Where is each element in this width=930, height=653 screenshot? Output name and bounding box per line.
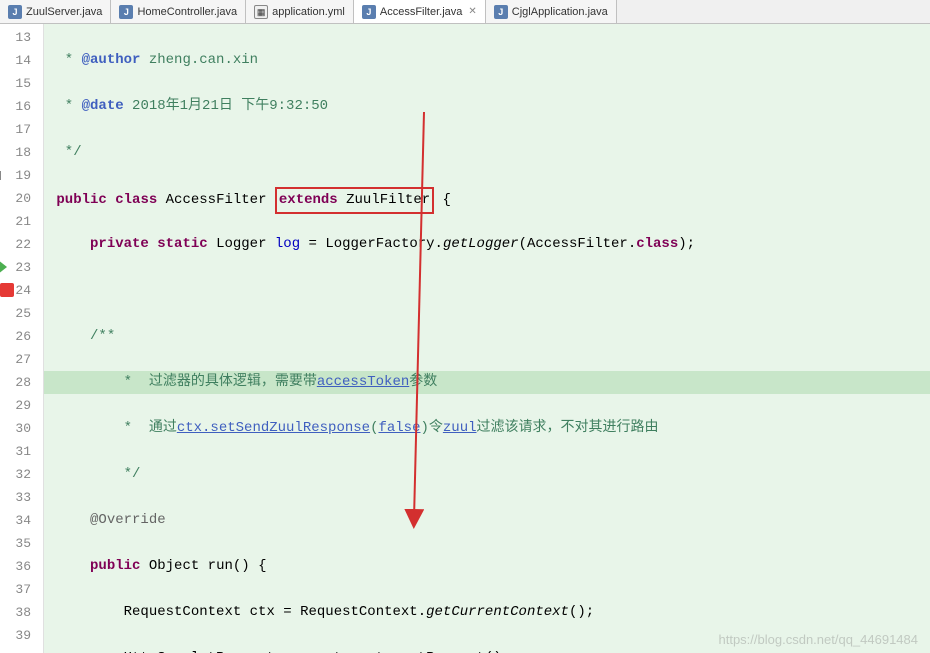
- fold-icon[interactable]: −: [0, 171, 1, 180]
- watermark: https://blog.csdn.net/qq_44691484: [719, 632, 919, 647]
- code-line: @Override: [44, 509, 930, 532]
- java-icon: J: [119, 5, 133, 19]
- code-line: */: [44, 141, 930, 164]
- code-line: [44, 279, 930, 302]
- tab-application-yml[interactable]: ▦application.yml: [246, 0, 354, 23]
- error-marker-icon: [0, 283, 14, 297]
- code-line: * 过滤器的具体逻辑，需要带accessToken参数: [44, 371, 930, 394]
- java-icon: J: [8, 5, 22, 19]
- override-marker-icon: [0, 260, 7, 274]
- java-icon: J: [494, 5, 508, 19]
- line-gutter: 131415161718 19− 202122 23 24 2526272829…: [0, 24, 44, 653]
- java-icon: J: [362, 5, 376, 19]
- code-line: HttpServletRequest request = ctx.getRequ…: [44, 647, 930, 653]
- tab-zuulserver[interactable]: JZuulServer.java: [0, 0, 111, 23]
- close-icon[interactable]: ✕: [468, 6, 476, 17]
- code-area[interactable]: * @author zheng.can.xin * @date 2018年1月2…: [44, 24, 930, 653]
- code-line: private static Logger log = LoggerFactor…: [44, 233, 930, 256]
- tab-cjglapplication[interactable]: JCjglApplication.java: [486, 0, 617, 23]
- tab-homecontroller[interactable]: JHomeController.java: [111, 0, 246, 23]
- code-line: */: [44, 463, 930, 486]
- code-line: * 通过ctx.setSendZuulResponse(false)令zuul过…: [44, 417, 930, 440]
- editor-tabs: JZuulServer.java JHomeController.java ▦a…: [0, 0, 930, 24]
- code-line: * @date 2018年1月21日 下午9:32:50: [44, 95, 930, 118]
- code-line: public Object run() {: [44, 555, 930, 578]
- code-editor[interactable]: 131415161718 19− 202122 23 24 2526272829…: [0, 24, 930, 653]
- code-line: /**: [44, 325, 930, 348]
- tab-accessfilter[interactable]: JAccessFilter.java✕: [354, 0, 486, 23]
- code-line: * @author zheng.can.xin: [44, 49, 930, 72]
- code-line: RequestContext ctx = RequestContext.getC…: [44, 601, 930, 624]
- yaml-icon: ▦: [254, 5, 268, 19]
- code-line: public class AccessFilter extends ZuulFi…: [44, 187, 930, 210]
